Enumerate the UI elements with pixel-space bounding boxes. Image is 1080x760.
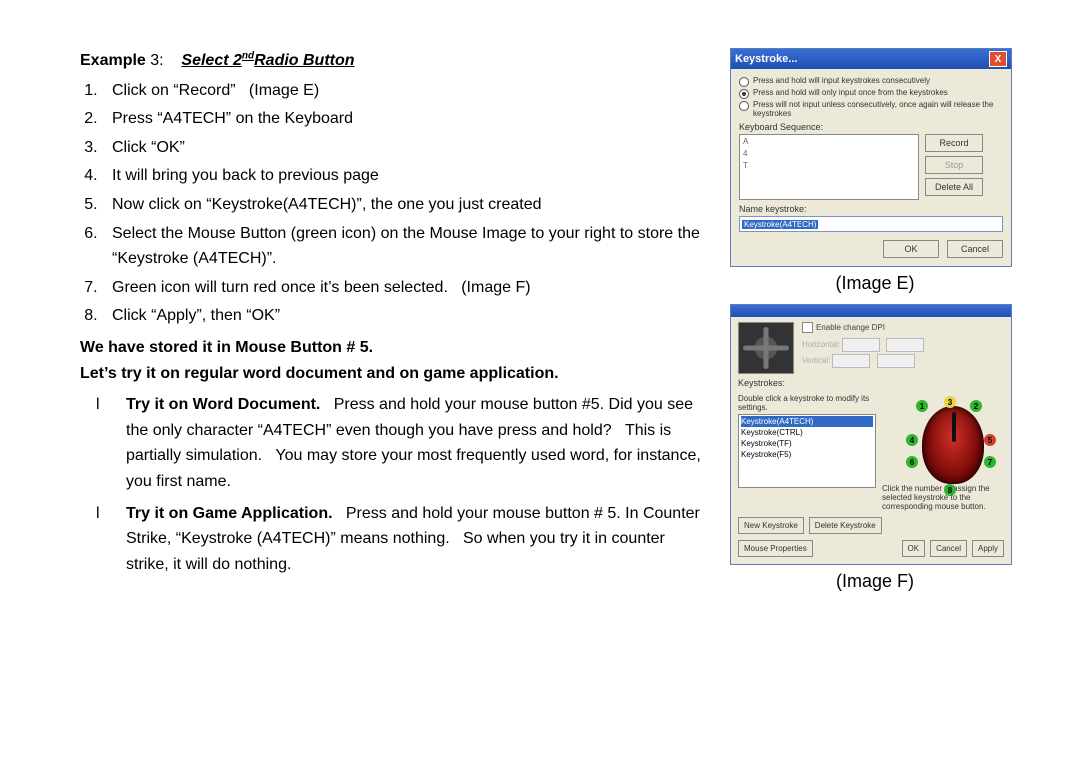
example-label: Example	[80, 52, 146, 69]
mouse-btn-6[interactable]: 6	[906, 456, 918, 468]
mouse-btn-7[interactable]: 7	[984, 456, 996, 468]
delete-keystroke-button[interactable]: Delete Keystroke	[809, 517, 882, 534]
list-item[interactable]: Keystroke(F5)	[741, 449, 873, 460]
mouse-btn-5[interactable]: 5	[984, 434, 996, 446]
fan-icon	[738, 322, 794, 374]
try-line: Let’s try it on regular word document an…	[80, 361, 702, 387]
mouse-btn-2[interactable]: 2	[970, 400, 982, 412]
sequence-listbox[interactable]: A 4 T	[739, 134, 919, 200]
mouse-properties-button[interactable]: Mouse Properties	[738, 540, 813, 557]
bullet-marker: l	[96, 392, 126, 494]
step-item: Click “OK”	[102, 135, 702, 161]
cancel-button[interactable]: Cancel	[930, 540, 967, 557]
step-item: Green icon will turn red once it’s been …	[102, 275, 702, 301]
list-item[interactable]: Keystroke(A4TECH)	[741, 416, 873, 427]
step-item: It will bring you back to previous page	[102, 163, 702, 189]
cancel-button[interactable]: Cancel	[947, 240, 1003, 258]
step-item: Select the Mouse Button (green icon) on …	[102, 221, 702, 272]
delete-all-button[interactable]: Delete All	[925, 178, 983, 196]
dialog-title: Keystroke...	[735, 53, 797, 65]
document-page: Example 3: Select 2ndRadio Button Click …	[0, 0, 1080, 760]
record-button[interactable]: Record	[925, 134, 983, 152]
mouse-image: 1 2 3 4 5 6 7 8	[884, 394, 1004, 492]
new-keystroke-button[interactable]: New Keystroke	[738, 517, 804, 534]
image-f-caption: (Image F)	[730, 571, 1020, 592]
list-item[interactable]: Keystroke(CTRL)	[741, 427, 873, 438]
stop-button[interactable]: Stop	[925, 156, 983, 174]
stored-line: We have stored it in Mouse Button # 5.	[80, 335, 702, 361]
mouse-btn-1[interactable]: 1	[916, 400, 928, 412]
mouse-btn-3[interactable]: 3	[944, 396, 956, 408]
step-list: Click on “Record” (Image E) Press “A4TEC…	[80, 78, 702, 329]
list-item[interactable]: Keystroke(TF)	[741, 438, 873, 449]
keystroke-listbox[interactable]: Keystroke(A4TECH) Keystroke(CTRL) Keystr…	[738, 414, 876, 488]
name-label: Name keystroke:	[739, 204, 1003, 214]
apply-button[interactable]: Apply	[972, 540, 1004, 557]
mouse-body-icon	[922, 406, 984, 484]
h-dpi-combo[interactable]	[886, 338, 924, 352]
step-item: Click “Apply”, then “OK”	[102, 303, 702, 329]
bullet-item: l Try it on Game Application. Press and …	[96, 501, 702, 578]
dpi-dialog: Enable change DPI Horizontal: Vertical: …	[730, 304, 1012, 565]
ok-button[interactable]: OK	[902, 540, 926, 557]
radio-option[interactable]: Press and hold will only input once from…	[739, 88, 1003, 99]
step-item: Now click on “Keystroke(A4TECH)”, the on…	[102, 192, 702, 218]
h-dpi-field[interactable]	[842, 338, 880, 352]
titlebar: Keystroke... X	[731, 49, 1011, 69]
radio-option[interactable]: Press and hold will input keystrokes con…	[739, 76, 1003, 87]
example-title-pre: Select 2	[181, 52, 241, 69]
ok-button[interactable]: OK	[883, 240, 939, 258]
enable-dpi-checkbox[interactable]: Enable change DPI	[802, 322, 1004, 333]
mouse-btn-8[interactable]: 8	[944, 484, 956, 496]
image-e-caption: (Image E)	[730, 273, 1020, 294]
v-dpi-field[interactable]	[832, 354, 870, 368]
step-item: Press “A4TECH” on the Keyboard	[102, 106, 702, 132]
step-item: Click on “Record” (Image E)	[102, 78, 702, 104]
name-input[interactable]: Keystroke(A4TECH)	[739, 216, 1003, 232]
sequence-label: Keyboard Sequence:	[739, 122, 1003, 132]
v-dpi-combo[interactable]	[877, 354, 915, 368]
bullet-marker: l	[96, 501, 126, 578]
mouse-btn-4[interactable]: 4	[906, 434, 918, 446]
keystrokes-label: Keystrokes:	[738, 378, 1004, 388]
titlebar	[731, 305, 1011, 317]
keystroke-dialog: Keystroke... X Press and hold will input…	[730, 48, 1012, 267]
close-icon[interactable]: X	[989, 51, 1007, 67]
radio-option[interactable]: Press will not input unless consecutivel…	[739, 100, 1003, 118]
instruction-column: Example 3: Select 2ndRadio Button Click …	[80, 48, 702, 602]
screenshot-column: Keystroke... X Press and hold will input…	[730, 48, 1020, 602]
bullet-item: l Try it on Word Document. Press and hol…	[96, 392, 702, 494]
example-heading: Example 3: Select 2ndRadio Button	[80, 48, 702, 74]
